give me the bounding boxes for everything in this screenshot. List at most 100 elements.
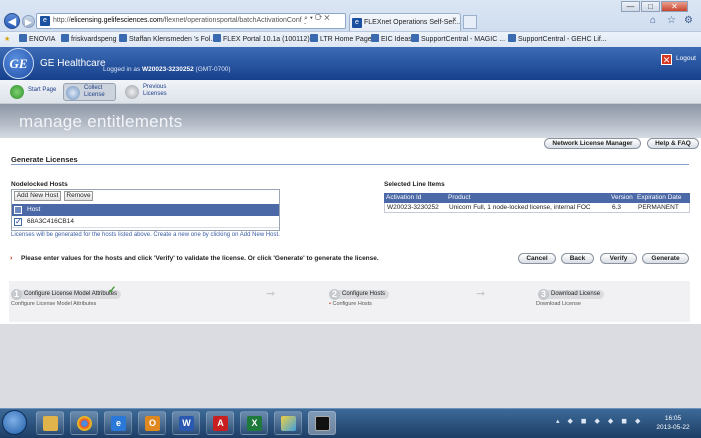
col-activation-id: Activation Id [386, 194, 422, 201]
step-3-number: 3 [538, 289, 549, 300]
start-button[interactable] [2, 410, 27, 435]
host-row-checkbox[interactable]: ✓ [14, 218, 22, 226]
select-all-checkbox[interactable] [14, 206, 22, 214]
network-license-manager-button[interactable]: Network License Manager [544, 138, 641, 149]
page-background [0, 324, 701, 408]
host-col-header: Host [27, 206, 41, 213]
home-icon[interactable]: ⌂ [650, 15, 656, 26]
chrome-icon[interactable] [70, 411, 98, 435]
bookmark-1[interactable]: friskvardspeng [61, 32, 117, 47]
history-icon [125, 85, 139, 99]
tab-close-icon[interactable]: × [452, 15, 457, 24]
nav-start-page[interactable]: Start Page [8, 83, 60, 101]
page-banner: manage entitlements [0, 104, 701, 138]
brand-name: GE Healthcare [40, 58, 106, 69]
outlook-icon[interactable]: O [138, 411, 166, 435]
clock-time: 16:05 [664, 415, 682, 422]
line-item-row: W20023-3230252 Unicorn Full, 1 node-lock… [384, 203, 690, 213]
hosts-title: Nodelocked Hosts [11, 181, 68, 188]
system-tray[interactable]: ▴ ◆ ◼ ◆ ◆ ◼ ◆ [556, 417, 646, 429]
tab-flexnet[interactable]: e FLEXnet Operations Self-Ser... [349, 13, 461, 31]
favorites-star-icon[interactable]: ★ [4, 32, 10, 47]
cmd-icon[interactable] [308, 411, 336, 435]
instruction-text: Please enter values for the hosts and cl… [21, 255, 379, 262]
hosts-note: Licenses will be generated for the hosts… [11, 232, 280, 238]
minimize-button[interactable]: — [621, 1, 640, 12]
cancel-button[interactable]: Cancel [518, 253, 556, 264]
col-expiration: Expiration Date [637, 194, 682, 201]
active-step-dot-icon: • [329, 301, 331, 307]
tab-favicon: e [352, 18, 362, 28]
excel-icon[interactable]: X [240, 411, 268, 435]
url-domain: elicensing.gelifesciences.com [70, 17, 163, 24]
gear-icon[interactable]: ⚙ [684, 15, 693, 26]
bookmark-5[interactable]: EIC Ideas [371, 32, 412, 47]
nav-collect-license[interactable]: Collect License [63, 83, 116, 101]
host-row: ✓ 68A3C416CB14 [12, 216, 279, 228]
step-2-label: Configure Hosts [334, 290, 390, 299]
step-1-sub: Configure License Model Attributes [11, 301, 97, 307]
page-title: manage entitlements [19, 112, 183, 131]
pdf-icon[interactable]: A [206, 411, 234, 435]
license-icon [66, 86, 80, 100]
instruction-bullet-icon: › [10, 255, 13, 262]
back-page-button[interactable]: Back [561, 253, 594, 264]
add-new-host-button[interactable]: Add New Host [14, 191, 61, 201]
tab-title: FLEXnet Operations Self-Ser... [364, 19, 461, 26]
star-icon[interactable]: ☆ [667, 15, 676, 26]
bookmark-4[interactable]: LTR Home Page [310, 32, 372, 47]
verify-button[interactable]: Verify [600, 253, 637, 264]
activation-id: W20023-3230252 [387, 204, 439, 211]
bookmarks-bar: ★ ENOVIA friskvardspeng Staffan Klensmed… [0, 31, 701, 47]
address-bar[interactable]: e http://elicensing.gelifesciences.com/f… [36, 13, 346, 29]
product-name: Unicorn Full, 1 node-locked license, int… [449, 204, 591, 211]
bookmark-0[interactable]: ENOVIA [19, 32, 55, 47]
version: 6.3 [612, 204, 622, 211]
step-arrow-icon: ➞ [476, 288, 486, 300]
step-1-check-icon: ✓ [108, 285, 117, 296]
expiration-date: PERMANENT [638, 204, 679, 211]
ge-logo: GE [3, 48, 34, 79]
bookmark-7[interactable]: SupportCentral - GEHC Lif... [508, 32, 607, 47]
url-path: /flexnet/operationsportal/batchActivatio… [162, 17, 308, 24]
help-faq-button[interactable]: Help & FAQ [647, 138, 699, 149]
url-prefix: http:// [53, 17, 71, 24]
maximize-button[interactable]: □ [641, 1, 660, 12]
generate-button[interactable]: Generate [642, 253, 689, 264]
hosts-table-header: Host [12, 204, 279, 216]
section-title: Generate Licenses [11, 155, 78, 164]
step-2-number: 2 [329, 289, 340, 300]
word-icon[interactable]: W [172, 411, 200, 435]
window-close-button[interactable]: ✕ [661, 1, 688, 12]
col-product: Product [448, 194, 471, 201]
logout-icon[interactable]: ✕ [661, 54, 672, 65]
clock[interactable]: 16:05 2013-05-22 [650, 414, 696, 432]
paint-icon[interactable] [274, 411, 302, 435]
login-info: Logged in as W20023-3230252 (GMT-0700) [103, 66, 231, 73]
ie-icon[interactable]: e [104, 411, 132, 435]
step-1-number: 1 [11, 289, 22, 300]
clock-date: 2013-05-22 [656, 424, 690, 431]
new-tab-button[interactable] [463, 15, 477, 29]
nav-previous-licenses[interactable]: Previous Licenses [123, 83, 181, 101]
step-2-sub: • Configure Hosts [329, 301, 372, 307]
address-controls[interactable]: ⌕ ▾ ⟳ ✕ [302, 15, 332, 23]
bookmark-6[interactable]: SupportCentral - MAGIC ... [411, 32, 505, 47]
host-value[interactable]: 68A3C416CB14 [27, 218, 74, 225]
back-button[interactable]: ◀ [4, 13, 20, 29]
bookmark-2[interactable]: Staffan Klensmeden 's Fol... [119, 32, 216, 47]
line-items-title: Selected Line Items [384, 181, 445, 188]
logout-link[interactable]: Logout [676, 55, 696, 62]
step-3-label: Download License [543, 290, 605, 299]
step-1-label: Configure License Model Attributes [16, 290, 122, 299]
explorer-icon[interactable] [36, 411, 64, 435]
remove-host-button[interactable]: Remove [64, 191, 93, 201]
forward-button[interactable]: ▶ [22, 15, 35, 28]
line-items-header: Activation Id Product Version Expiration… [384, 193, 690, 203]
arrow-right-icon [10, 85, 24, 99]
site-favicon: e [40, 16, 50, 26]
bookmark-3[interactable]: FLEX Portal 10.1a (100112)... [213, 32, 315, 47]
step-arrow-icon: ➞ [266, 288, 276, 300]
step-3-sub: Download License [536, 301, 581, 307]
col-version: Version [611, 194, 633, 201]
